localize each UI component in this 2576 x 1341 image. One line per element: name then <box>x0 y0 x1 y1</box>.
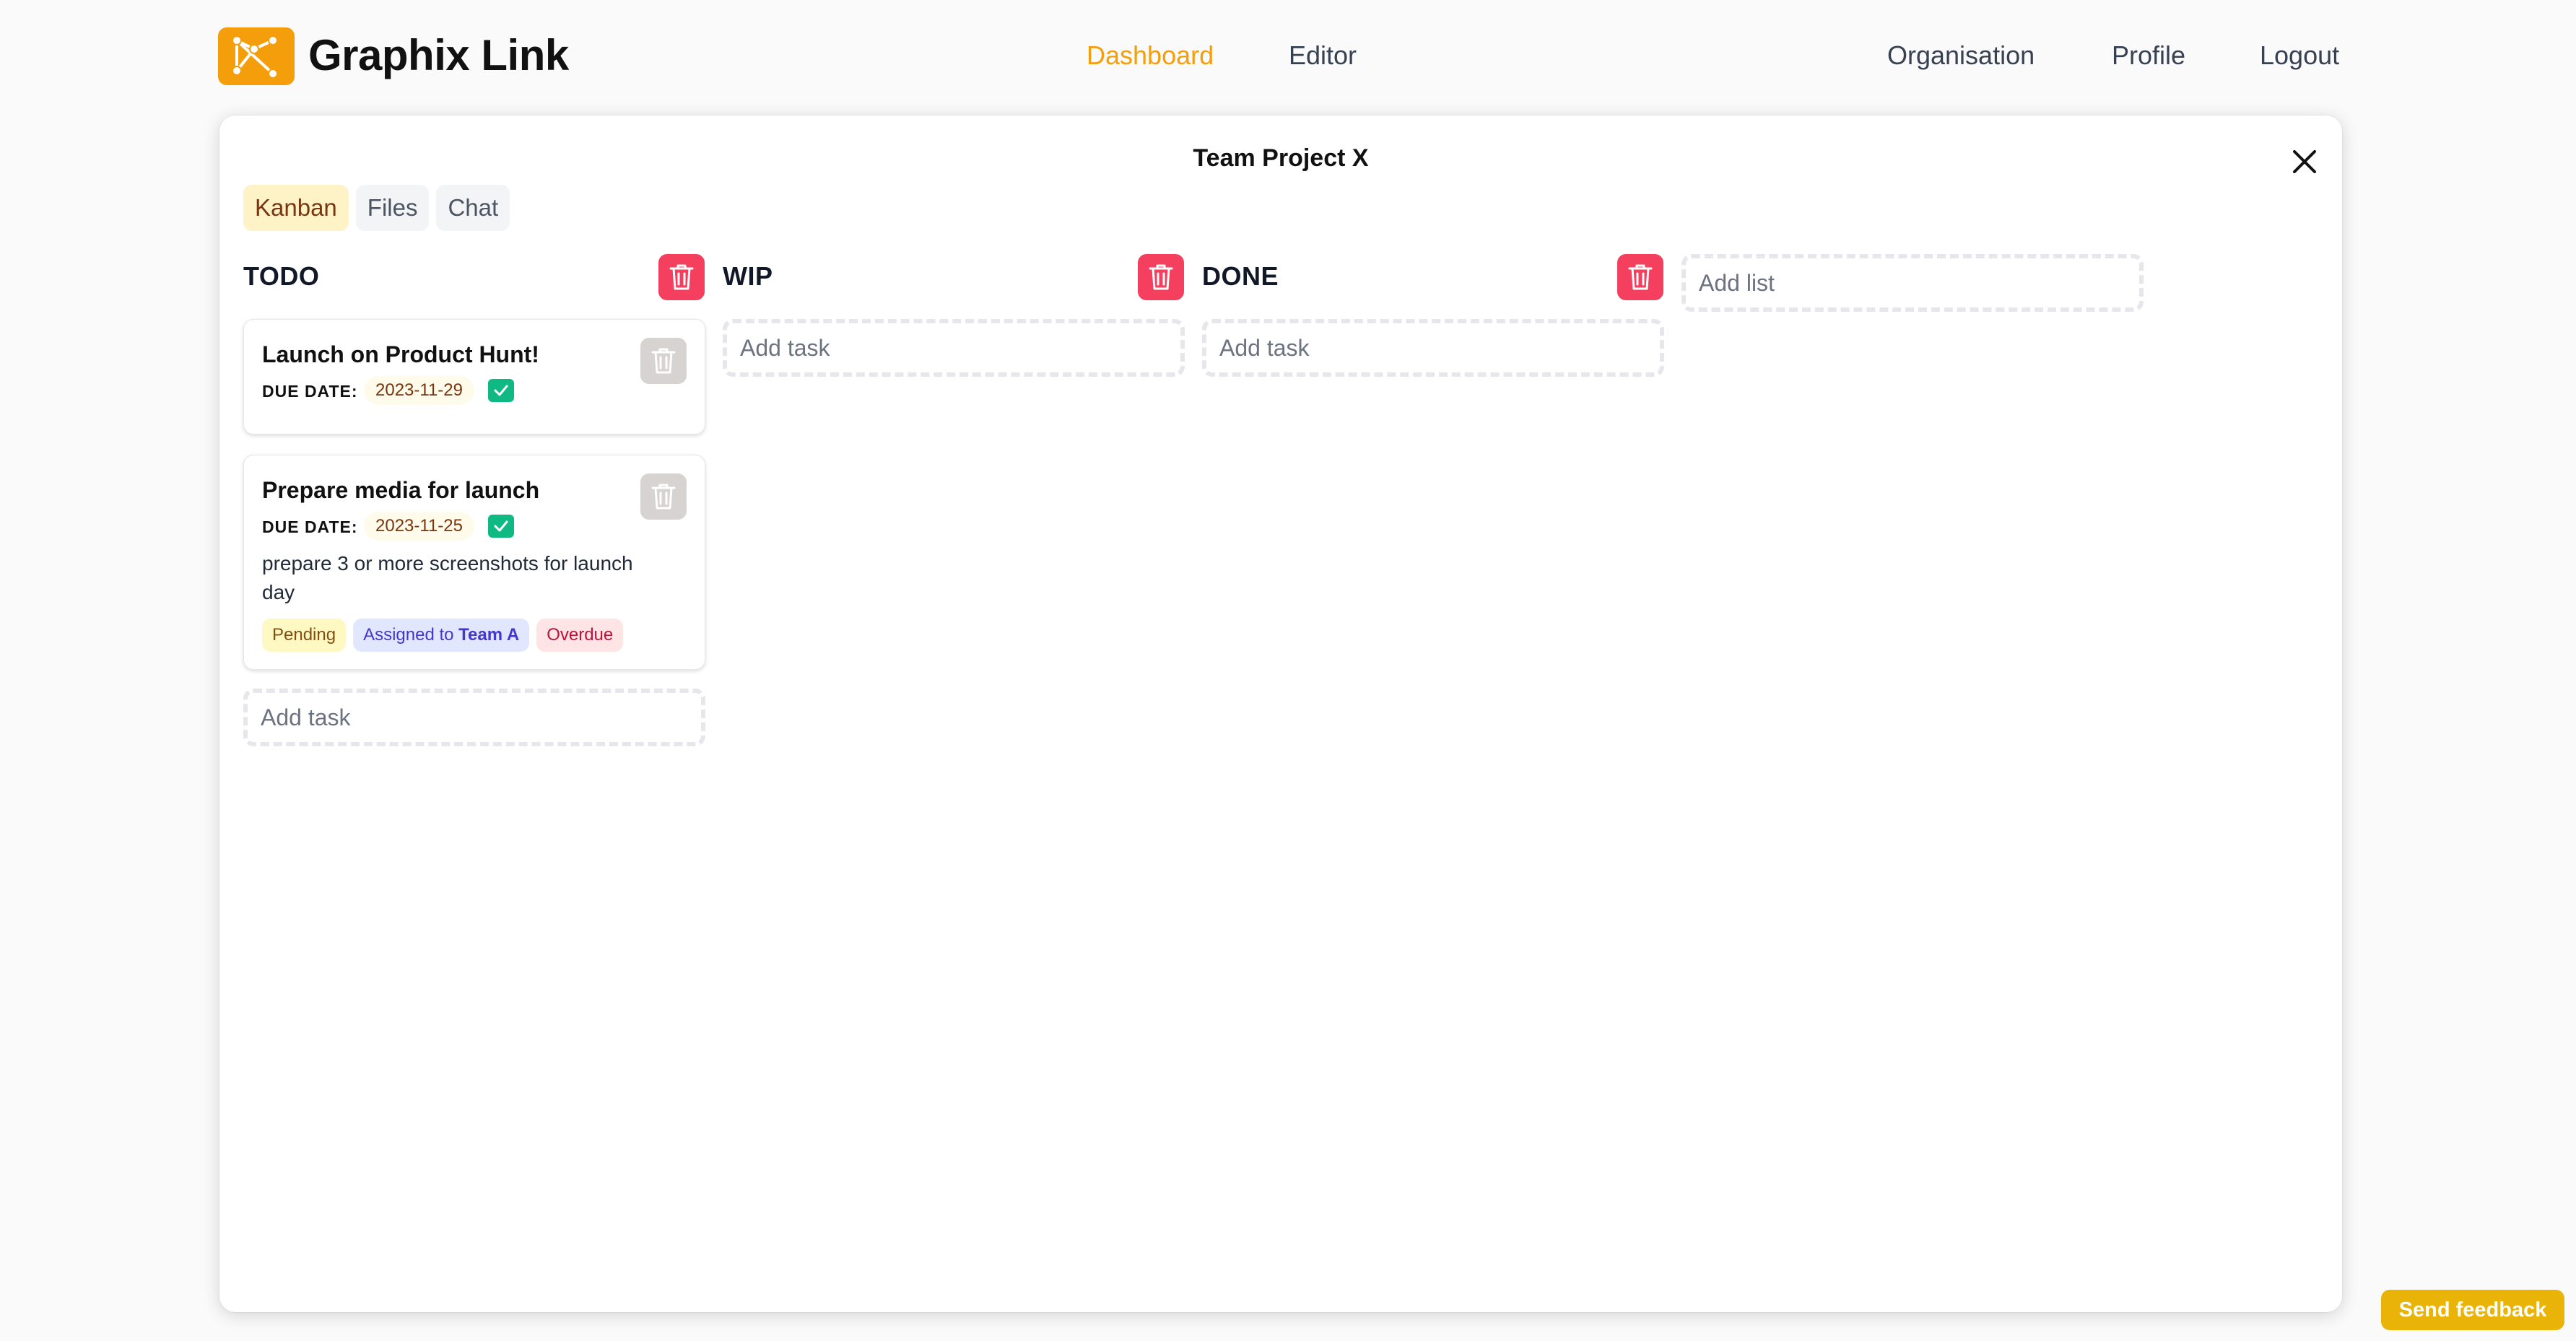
brand-name: Graphix Link <box>308 31 569 79</box>
column-title-todo: TODO <box>243 261 320 291</box>
task-description: prepare 3 or more screenshots for launch… <box>262 552 633 603</box>
assigned-team: Team A <box>458 625 520 645</box>
tab-files[interactable]: Files <box>355 185 430 231</box>
modal-tabs: Kanban Files Chat <box>243 185 510 231</box>
assigned-prefix: Assigned to <box>363 625 454 645</box>
task-card-launch[interactable]: Launch on Product Hunt! DUE DATE: 2023-1… <box>243 319 705 434</box>
due-date-label: DUE DATE: <box>262 517 358 536</box>
delete-task-button[interactable] <box>640 338 687 384</box>
due-date-value: 2023-11-25 <box>364 512 474 541</box>
trash-icon <box>1628 264 1653 290</box>
task-card-prepare-media[interactable]: Prepare media for launch DUE DATE: 2023-… <box>243 455 705 670</box>
project-modal: Team Project X Kanban Files Chat TODO La… <box>219 115 2342 1312</box>
close-button[interactable] <box>2283 140 2326 183</box>
add-task-input-todo[interactable]: Add task <box>243 689 705 746</box>
nav-profile[interactable]: Profile <box>2112 40 2185 71</box>
send-feedback-button[interactable]: Send feedback <box>2381 1290 2564 1330</box>
task-title: Launch on Product Hunt! <box>262 341 539 367</box>
delete-column-wip-button[interactable] <box>1138 254 1184 300</box>
add-task-input-wip[interactable]: Add task <box>723 319 1185 377</box>
nav-organisation[interactable]: Organisation <box>1887 40 2035 71</box>
tab-chat[interactable]: Chat <box>436 185 510 231</box>
delete-column-done-button[interactable] <box>1617 254 1663 300</box>
nav-editor[interactable]: Editor <box>1289 40 1357 71</box>
done-check-icon[interactable] <box>488 379 514 402</box>
task-title: Prepare media for launch <box>262 477 540 503</box>
assigned-badge: Assigned to Team A <box>353 619 530 652</box>
add-list-input[interactable]: Add list <box>1681 254 2144 312</box>
status-badge-pending: Pending <box>262 619 347 652</box>
close-icon <box>2293 150 2316 173</box>
status-badge-overdue: Overdue <box>536 619 624 652</box>
nav-logout[interactable]: Logout <box>2260 40 2339 71</box>
trash-icon <box>1149 264 1173 290</box>
done-check-icon[interactable] <box>488 515 514 538</box>
app-header: Graphix Link Dashboard Editor Organisati… <box>0 0 2576 114</box>
delete-task-button[interactable] <box>640 473 687 520</box>
column-title-wip: WIP <box>723 261 773 291</box>
column-title-done: DONE <box>1202 261 1279 291</box>
graph-network-icon <box>232 35 278 79</box>
due-date-value: 2023-11-29 <box>364 376 474 405</box>
trash-icon <box>651 484 676 510</box>
modal-title: Team Project X <box>1193 144 1369 172</box>
due-date-label: DUE DATE: <box>262 382 358 401</box>
task-badges: Pending Assigned to Team A Overdue <box>262 619 624 652</box>
trash-icon <box>651 348 676 374</box>
tab-kanban[interactable]: Kanban <box>243 185 349 231</box>
add-task-input-done[interactable]: Add task <box>1202 319 1664 377</box>
trash-icon <box>669 264 694 290</box>
delete-column-todo-button[interactable] <box>658 254 705 300</box>
logo-icon[interactable] <box>218 27 295 85</box>
nav-dashboard[interactable]: Dashboard <box>1087 40 1214 71</box>
